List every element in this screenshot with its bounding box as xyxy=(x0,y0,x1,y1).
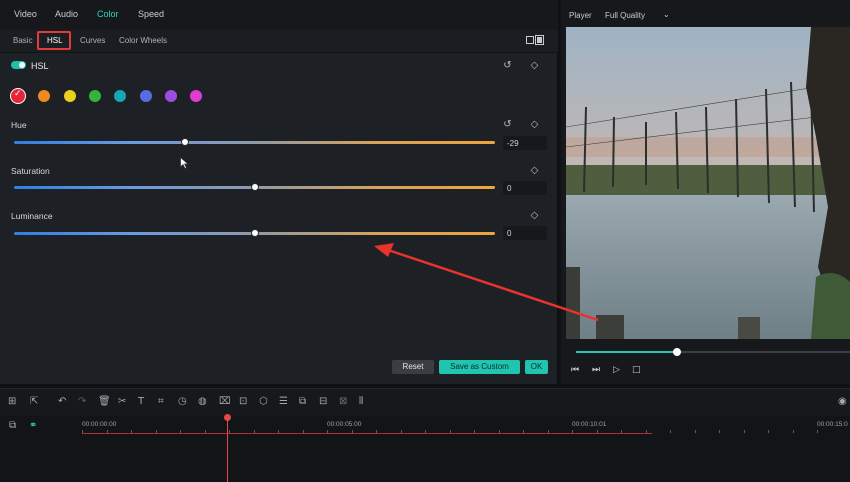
hue-slider-track[interactable] xyxy=(14,141,495,144)
ruler-tick xyxy=(768,430,769,433)
playback-progress-fill xyxy=(576,351,678,353)
swatch-purple[interactable] xyxy=(165,90,177,102)
delete-icon[interactable]: 🗑 xyxy=(98,396,111,407)
mask-icon[interactable]: ⬡ xyxy=(259,396,268,407)
swatch-orange[interactable] xyxy=(38,90,50,102)
playhead-handle[interactable] xyxy=(224,414,231,421)
tab-speed[interactable]: Speed xyxy=(138,9,164,19)
swatch-yellow[interactable] xyxy=(64,90,76,102)
saturation-keyframe-icon[interactable]: ◇ xyxy=(529,165,540,176)
timeline-ruler-line xyxy=(82,433,652,434)
timeline-area xyxy=(0,416,850,482)
player-panel: Player Full Quality ⌄ ⏮ ⏭ ▷ □ xyxy=(561,0,850,384)
reset-button[interactable]: Reset xyxy=(392,360,434,374)
swatch-red[interactable] xyxy=(11,89,25,103)
step-forward-icon[interactable]: ⏭ xyxy=(592,365,600,375)
timecode-0: 00:00:00:00 xyxy=(82,421,117,428)
keyframe-diamond-icon[interactable]: ◇ xyxy=(529,60,540,71)
subtitle-icon[interactable]: ⊟ xyxy=(319,396,327,407)
play-icon[interactable]: ▷ xyxy=(613,365,620,375)
crop-icon[interactable]: ⌗ xyxy=(158,396,164,407)
redo-icon[interactable]: ↷ xyxy=(78,396,86,407)
tab-color[interactable]: Color xyxy=(97,9,119,19)
hsl-tab-highlight xyxy=(37,31,71,50)
timecode-2: 00:00:10:01 xyxy=(572,421,607,428)
swatch-magenta[interactable] xyxy=(190,90,202,102)
subtab-curves[interactable]: Curves xyxy=(80,36,105,45)
saturation-value-field[interactable]: 0 xyxy=(503,181,547,195)
hue-reset-icon[interactable]: ↺ xyxy=(502,119,513,130)
ruler-tick xyxy=(670,430,671,433)
stop-icon[interactable]: □ xyxy=(632,365,641,375)
app-window: Video Audio Color Speed Basic HSL Curves… xyxy=(0,0,850,482)
ruler-tick xyxy=(719,430,720,433)
text-icon[interactable]: T xyxy=(138,396,144,407)
hue-label: Hue xyxy=(11,120,27,130)
scissors-icon[interactable]: ✂ xyxy=(118,396,126,407)
timecode-3: 00:00:15:0 xyxy=(817,421,848,428)
ruler-tick xyxy=(744,430,745,433)
hue-slider-thumb[interactable] xyxy=(180,138,189,146)
layout-grid-icon[interactable]: ⊞ xyxy=(8,396,16,407)
ruler-tick xyxy=(695,430,696,433)
ruler-tick xyxy=(817,430,818,433)
swatch-blue[interactable] xyxy=(140,90,152,102)
motion-track-icon[interactable]: ⊡ xyxy=(239,396,247,407)
hue-keyframe-icon[interactable]: ◇ xyxy=(529,119,540,130)
reset-icon[interactable]: ↺ xyxy=(502,60,513,71)
luminance-slider-thumb[interactable] xyxy=(250,229,259,237)
subtab-color-wheels[interactable]: Color Wheels xyxy=(119,36,167,45)
save-as-custom-button[interactable]: Save as Custom xyxy=(439,360,520,374)
swatch-cyan[interactable] xyxy=(114,90,126,102)
tab-video[interactable]: Video xyxy=(14,9,37,19)
luminance-value-field[interactable]: 0 xyxy=(503,226,547,240)
subtab-basic[interactable]: Basic xyxy=(13,36,33,45)
mouse-cursor-icon xyxy=(180,157,189,169)
color-palette-icon[interactable]: ◍ xyxy=(198,396,207,407)
property-tabs: Video Audio Color Speed xyxy=(0,0,558,30)
playhead-line[interactable] xyxy=(227,418,228,482)
transition-icon[interactable]: ⧉ xyxy=(299,396,306,407)
waveform-icon[interactable]: ⫴ xyxy=(359,396,363,407)
hsl-section-title: HSL xyxy=(31,61,49,71)
color-subtabs: Basic HSL Curves Color Wheels xyxy=(0,30,558,53)
play-circle-icon[interactable]: ◉ xyxy=(838,396,847,407)
saturation-slider-thumb[interactable] xyxy=(250,183,259,191)
speed-icon[interactable]: ◷ xyxy=(178,396,187,407)
ok-button[interactable]: OK xyxy=(525,360,548,374)
saturation-label: Saturation xyxy=(11,166,50,176)
luminance-keyframe-icon[interactable]: ◇ xyxy=(529,210,540,221)
video-preview xyxy=(566,27,850,339)
tab-audio[interactable]: Audio xyxy=(55,9,78,19)
adjust-icon[interactable]: ☰ xyxy=(279,396,288,407)
hsl-enable-toggle[interactable] xyxy=(11,61,26,69)
compare-view-icon[interactable] xyxy=(526,35,544,45)
hue-value-field[interactable]: -29 xyxy=(503,136,547,150)
chevron-down-icon[interactable]: ⌄ xyxy=(663,10,670,19)
player-label: Player xyxy=(569,11,592,20)
link-icon[interactable]: ⚭ xyxy=(29,420,37,431)
timecode-1: 00:00:05:00 xyxy=(327,421,362,428)
color-panel: Video Audio Color Speed Basic HSL Curves… xyxy=(0,0,558,384)
select-arrow-icon[interactable]: ⇱ xyxy=(30,396,38,407)
playback-progress-thumb[interactable] xyxy=(673,348,682,356)
audio-detach-icon[interactable]: ⊠ xyxy=(339,396,347,407)
luminance-label: Luminance xyxy=(11,211,53,221)
undo-icon[interactable]: ↶ xyxy=(58,396,66,407)
add-track-icon[interactable]: ⧉ xyxy=(9,420,16,431)
step-back-icon[interactable]: ⏮ xyxy=(571,365,579,375)
ruler-tick xyxy=(793,430,794,433)
video-frame-image xyxy=(566,27,850,339)
timeline-toolbar xyxy=(0,388,850,416)
quality-select[interactable]: Full Quality xyxy=(605,11,645,20)
swatch-green[interactable] xyxy=(89,90,101,102)
freeze-frame-icon[interactable]: ⌧ xyxy=(219,396,231,407)
